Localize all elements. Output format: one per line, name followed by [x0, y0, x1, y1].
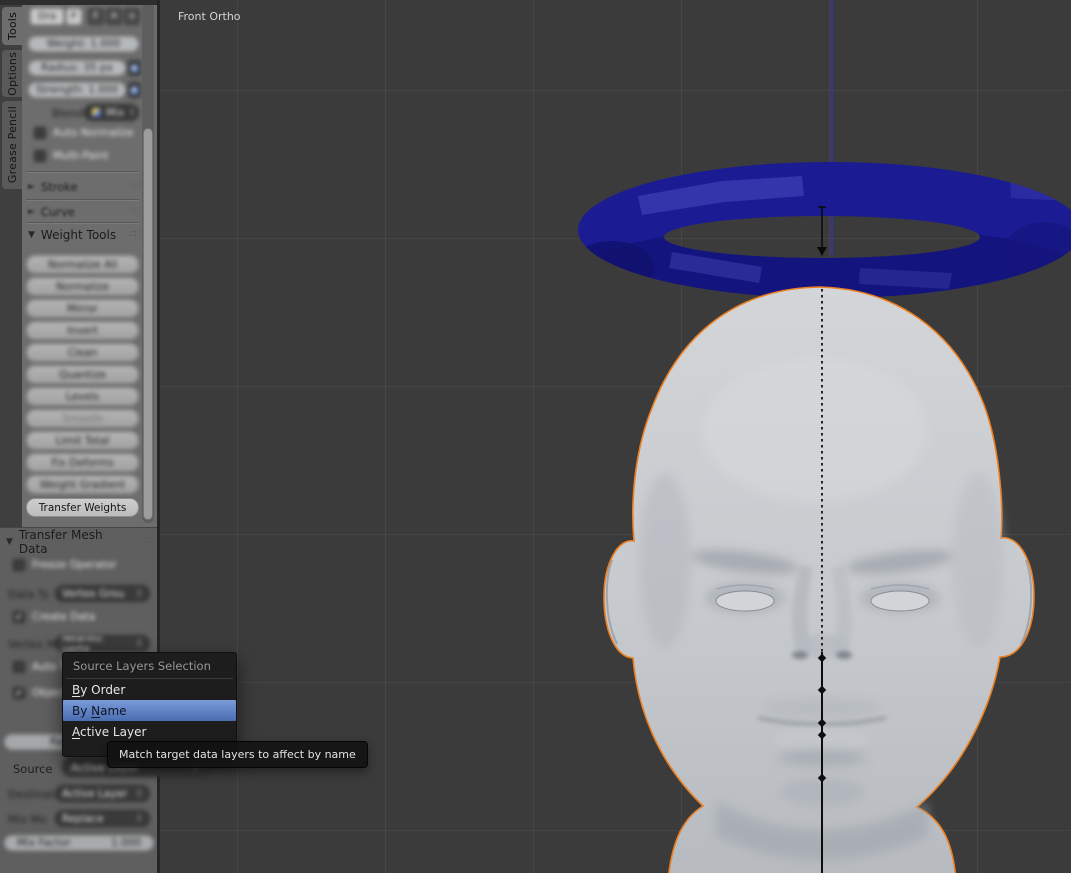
checkbox-box: ✓: [13, 611, 25, 623]
normalize-all-button[interactable]: Normalize All: [26, 255, 139, 274]
strength-pressure-toggle[interactable]: [128, 82, 141, 98]
view-orientation-label: Front Ortho: [178, 10, 241, 23]
curve-panel-header[interactable]: ► Curve ∷∷: [28, 204, 141, 219]
checkbox-box: [34, 127, 46, 139]
chevron-down-icon: ▼: [6, 536, 13, 547]
tab-grease-pencil[interactable]: Grease Pencil: [2, 101, 22, 189]
updown-arrow-icon: ↕: [135, 638, 143, 649]
data-type-label: Data Ty: [8, 588, 50, 601]
radius-pressure-toggle[interactable]: [128, 60, 141, 76]
scrollbar-thumb[interactable]: [143, 128, 153, 520]
limit-total-button[interactable]: Limit Total: [26, 431, 139, 450]
shelf-tab-strip: Tools Options Grease Pencil: [0, 0, 22, 527]
vertex-mapping-label: Vertex M: [8, 638, 57, 651]
panel-separator: [26, 199, 139, 200]
mirror-button[interactable]: Mirror: [26, 299, 139, 318]
pressure-icon: [131, 65, 138, 72]
checkbox-box: [13, 559, 25, 571]
vertex-mapping-dropdown[interactable]: Nearest verte ↕: [55, 635, 150, 652]
panel-grip-icon: ∷∷: [129, 229, 141, 240]
panel-separator: [26, 222, 139, 223]
destination-label: Destinat: [8, 788, 55, 801]
pressure-icon: [131, 87, 138, 94]
weight-gradient-button[interactable]: Weight Gradient: [26, 475, 139, 494]
brush-f-button[interactable]: F: [88, 8, 104, 25]
chevron-down-icon: ▼: [28, 229, 35, 240]
normalize-button[interactable]: Normalize: [26, 277, 139, 296]
transfer-mesh-data-header[interactable]: ▼ Transfer Mesh Data ∷∷: [6, 528, 152, 556]
quantize-button[interactable]: Quantize: [26, 365, 139, 384]
data-type-dropdown[interactable]: Vertex Grou ↕: [55, 585, 150, 602]
fix-deforms-button[interactable]: Fix Deforms: [26, 453, 139, 472]
chevron-right-icon: ►: [28, 181, 35, 192]
blend-mix-icon: [91, 107, 102, 118]
brush-add-button[interactable]: +: [124, 8, 140, 25]
invert-button[interactable]: Invert: [26, 321, 139, 340]
smooth-button[interactable]: Smooth: [26, 409, 139, 428]
multi-paint-checkbox[interactable]: Multi-Paint: [34, 150, 108, 162]
clean-button[interactable]: Clean: [26, 343, 139, 362]
chevron-right-icon: ►: [28, 206, 35, 217]
brush-fake-user-button[interactable]: F: [66, 8, 82, 25]
brush-unlink-button[interactable]: ✕: [106, 8, 122, 25]
radius-slider[interactable]: Radius: 35 px: [28, 60, 126, 76]
checkbox-box: [34, 150, 46, 162]
levels-button[interactable]: Levels: [26, 387, 139, 406]
head-model-object[interactable]: [603, 286, 1035, 873]
blend-mode-dropdown[interactable]: Mix ↕: [84, 104, 139, 121]
panel-separator: [26, 171, 139, 172]
weight-tools-panel-header[interactable]: ▼ Weight Tools ∷∷: [28, 227, 141, 242]
updown-arrow-icon: ↕: [128, 107, 136, 118]
checkbox-box: [13, 661, 25, 673]
panel-grip-icon: ∷∷: [140, 536, 152, 547]
destination-dropdown[interactable]: Active Layer ↕: [55, 785, 150, 802]
menu-item-active-layer[interactable]: Active Layer: [63, 721, 236, 742]
weight-slider[interactable]: Weight: 1.000: [28, 36, 139, 52]
region-top-edge: [0, 0, 160, 5]
stroke-panel-header[interactable]: ► Stroke ∷∷: [28, 179, 141, 194]
tool-shelf: Dra F F ✕ + Weight: 1.000 Radius: 35 px …: [22, 0, 157, 527]
mix-mode-label: Mix Mo: [8, 813, 47, 826]
mix-factor-slider[interactable]: Mix Factor 1.000: [4, 835, 154, 851]
panel-grip-icon: ∷∷: [129, 181, 141, 192]
menu-item-by-name[interactable]: By Name: [63, 700, 236, 721]
shelf-scrollbar[interactable]: [142, 2, 154, 523]
blender-window: Front Ortho Tools Options Grease Pencil …: [0, 0, 1071, 873]
updown-arrow-icon: ↕: [135, 813, 143, 824]
panel-grip-icon: ∷∷: [129, 206, 141, 217]
checkbox-box: ✓: [13, 687, 25, 699]
auto-normalize-checkbox[interactable]: Auto Normalize: [34, 127, 134, 139]
transfer-weights-button[interactable]: Transfer Weights: [26, 498, 139, 517]
tooltip: Match target data layers to affect by na…: [107, 741, 368, 768]
tab-options[interactable]: Options: [2, 50, 22, 97]
updown-arrow-icon: ↕: [135, 788, 143, 799]
source-label: Source: [13, 762, 53, 776]
create-data-checkbox[interactable]: ✓ Create Data: [13, 611, 95, 623]
brush-selector-button[interactable]: Dra: [30, 8, 64, 25]
blend-label: Blend:: [52, 107, 88, 120]
freeze-operator-checkbox[interactable]: Freeze Operator: [13, 559, 117, 571]
tab-tools[interactable]: Tools: [2, 7, 22, 45]
menu-item-by-order[interactable]: By Order: [63, 679, 236, 700]
mix-mode-dropdown[interactable]: Replace ↕: [55, 810, 150, 827]
menu-header: Source Layers Selection: [73, 658, 211, 673]
strength-slider[interactable]: Strength: 1.000: [28, 82, 126, 98]
updown-arrow-icon: ↕: [135, 588, 143, 599]
